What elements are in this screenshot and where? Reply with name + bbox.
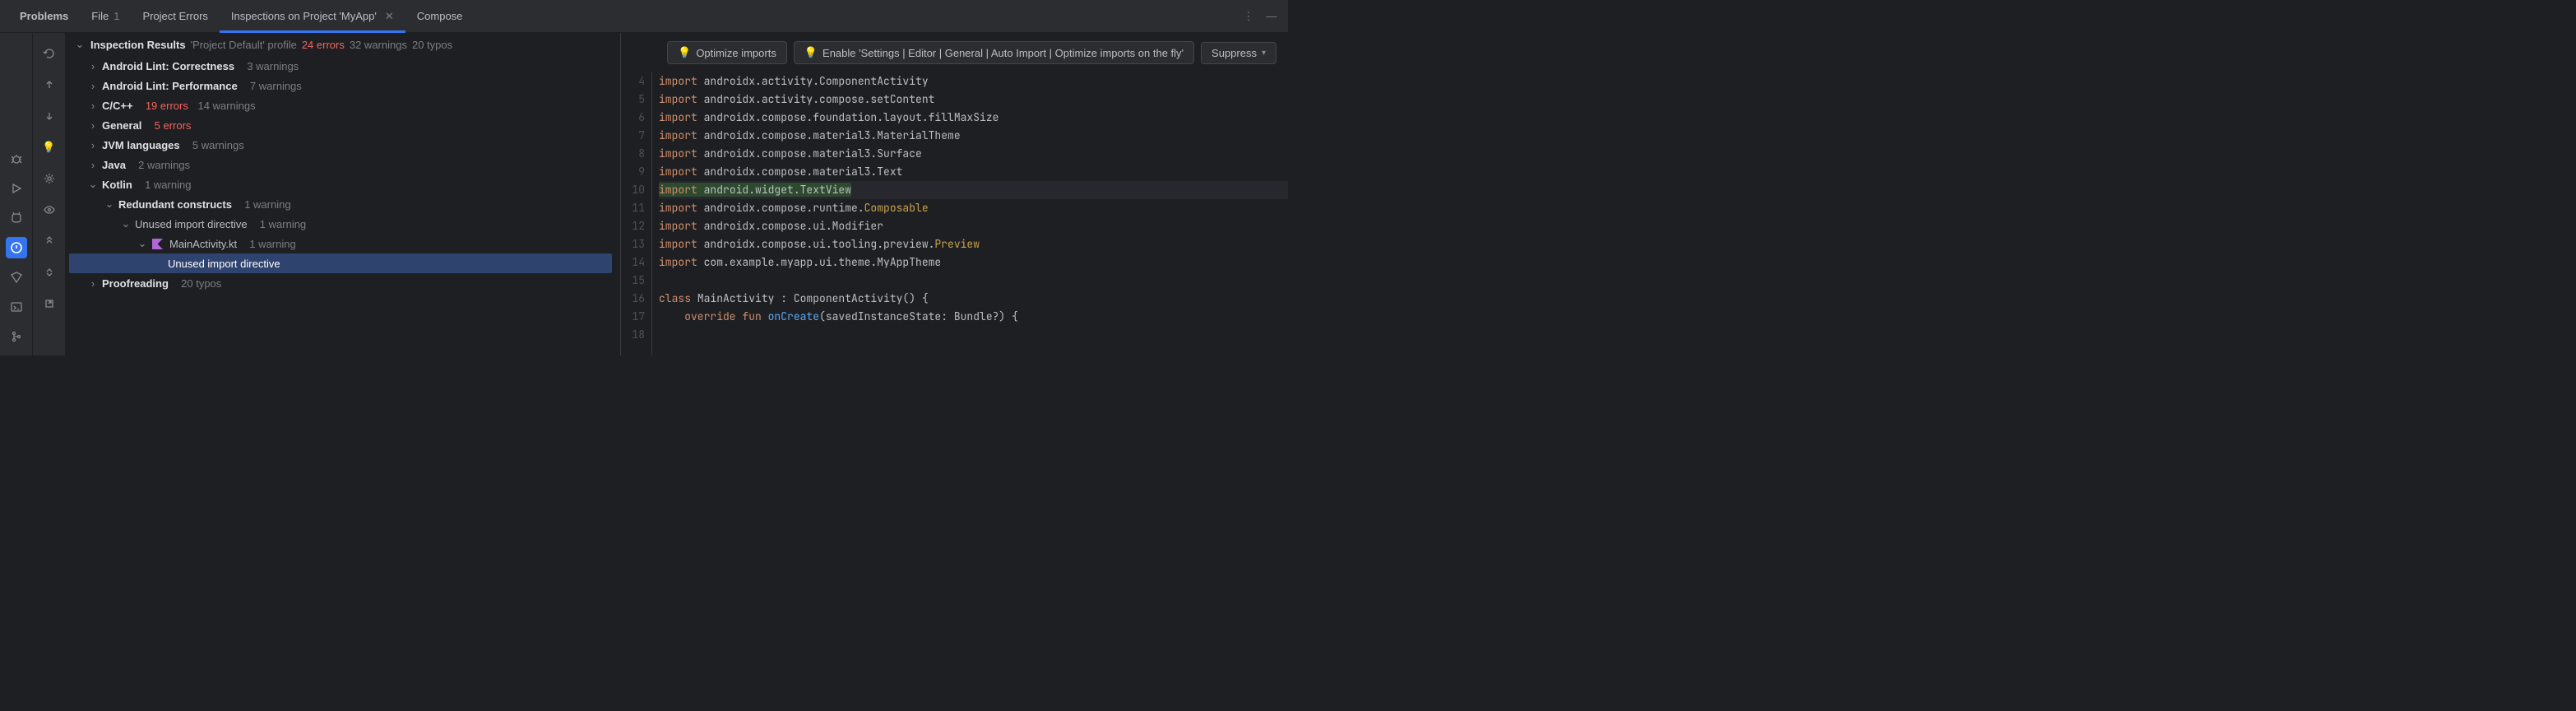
tree-node-lint-correctness[interactable]: ›Android Lint: Correctness 3 warnings — [69, 56, 620, 76]
kotlin-file-icon — [151, 238, 163, 249]
inspection-results-panel: ⌄ Inspection Results 'Project Default' p… — [66, 33, 621, 356]
logcat-icon[interactable] — [6, 207, 27, 229]
code-area[interactable]: 456789101112131415161718 import androidx… — [621, 72, 1288, 356]
expand-icon[interactable] — [39, 230, 60, 252]
inspection-toolbar: 💡 — [33, 33, 66, 356]
bulb-icon: 💡 — [804, 46, 818, 59]
tree-leaf-selected[interactable]: Unused import directive — [69, 253, 612, 273]
tree-node-proofreading[interactable]: ›Proofreading 20 typos — [69, 273, 620, 293]
quickfix-toolbar: 💡Optimize imports 💡Enable 'Settings | Ed… — [621, 33, 1288, 72]
tab-project-errors[interactable]: Project Errors — [131, 0, 219, 33]
run-icon[interactable] — [6, 178, 27, 199]
chevron-down-icon: ▾ — [1262, 49, 1266, 58]
export-icon[interactable] — [39, 293, 60, 314]
tree-node-file[interactable]: ⌄MainActivity.kt 1 warning — [69, 234, 620, 253]
tree-node-jvm[interactable]: ›JVM languages 5 warnings — [69, 135, 620, 155]
rerun-icon[interactable] — [39, 43, 60, 64]
tree-node-kotlin[interactable]: ⌄Kotlin 1 warning — [69, 174, 620, 194]
code-preview-panel: 💡Optimize imports 💡Enable 'Settings | Ed… — [621, 33, 1288, 356]
top-tab-bar: Problems File1 Project Errors Inspection… — [0, 0, 1288, 33]
optimize-imports-button[interactable]: 💡Optimize imports — [667, 41, 787, 64]
inspection-tree: ›Android Lint: Correctness 3 warnings ›A… — [66, 56, 620, 293]
gutter: 456789101112131415161718 — [621, 72, 652, 356]
suppress-button[interactable]: Suppress▾ — [1201, 42, 1276, 64]
collapse-icon[interactable] — [39, 262, 60, 283]
more-icon[interactable]: ⋮ — [1240, 8, 1257, 25]
bulb-icon[interactable]: 💡 — [39, 137, 60, 158]
prev-icon[interactable] — [39, 74, 60, 95]
tree-node-lint-performance[interactable]: ›Android Lint: Performance 7 warnings — [69, 76, 620, 95]
left-tool-rail — [0, 33, 33, 356]
next-icon[interactable] — [39, 105, 60, 127]
tab-file[interactable]: File1 — [80, 0, 131, 33]
app-quality-icon[interactable] — [6, 267, 27, 288]
inspection-header[interactable]: ⌄ Inspection Results 'Project Default' p… — [66, 33, 620, 56]
vcs-icon[interactable] — [6, 326, 27, 347]
tab-inspections[interactable]: Inspections on Project 'MyApp' ✕ — [220, 0, 405, 33]
tree-node-java[interactable]: ›Java 2 warnings — [69, 155, 620, 174]
terminal-icon[interactable] — [6, 296, 27, 318]
chevron-down-icon: ⌄ — [74, 38, 86, 51]
bug-icon[interactable] — [6, 148, 27, 170]
code-lines: import androidx.activity.ComponentActivi… — [652, 72, 1288, 356]
tab-problems[interactable]: Problems — [8, 0, 80, 33]
tree-node-unused-import[interactable]: ⌄Unused import directive 1 warning — [69, 214, 620, 234]
tree-node-redundant[interactable]: ⌄Redundant constructs 1 warning — [69, 194, 620, 214]
tree-node-general[interactable]: ›General 5 errors — [69, 115, 620, 135]
problems-icon[interactable] — [6, 237, 27, 258]
bulb-icon: 💡 — [678, 46, 691, 59]
enable-setting-button[interactable]: 💡Enable 'Settings | Editor | General | A… — [794, 41, 1194, 64]
preview-icon[interactable] — [39, 199, 60, 221]
settings-icon[interactable] — [39, 168, 60, 189]
tab-compose[interactable]: Compose — [405, 0, 475, 33]
tree-node-cpp[interactable]: ›C/C++ 19 errors 14 warnings — [69, 95, 620, 115]
close-icon[interactable]: ✕ — [385, 10, 394, 23]
minimize-icon[interactable]: — — [1263, 8, 1280, 25]
